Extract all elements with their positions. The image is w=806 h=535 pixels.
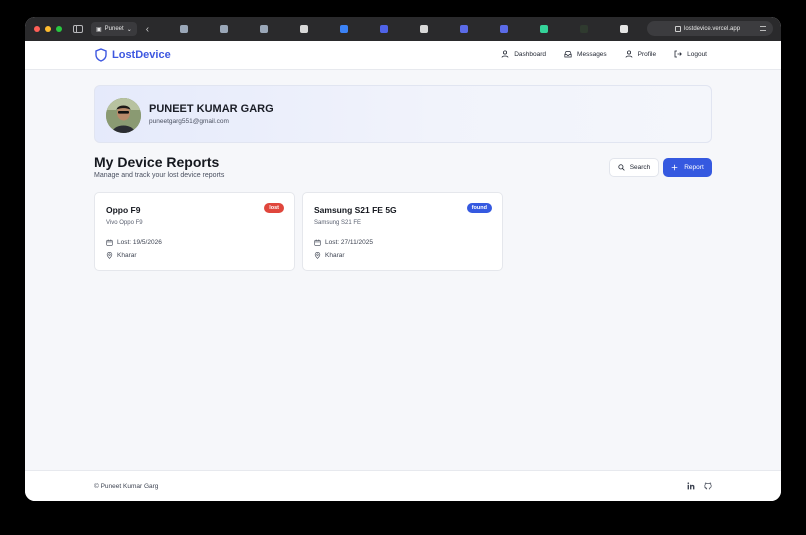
user-email: puneetgarg551@gmail.com	[149, 118, 229, 125]
device-card[interactable]: Samsung S21 FE 5G found Samsung S21 FE L…	[302, 192, 503, 271]
device-title: Samsung S21 FE 5G	[314, 205, 397, 215]
app-header: LostDevice Dashboard Messages Profile Lo…	[25, 41, 781, 70]
favicon-icon	[179, 25, 188, 33]
browser-tab[interactable]	[204, 20, 244, 38]
device-date-text: Lost: 27/11/2025	[325, 239, 373, 246]
device-subtitle: Samsung S21 FE	[314, 220, 362, 226]
sidebar-toggle-icon[interactable]	[73, 25, 83, 33]
user-icon	[501, 50, 509, 58]
search-button-label: Search	[629, 164, 651, 171]
device-date: Lost: 19/5/2026	[106, 239, 162, 246]
favicon-icon	[619, 25, 628, 33]
address-bar[interactable]: lostdevice.vercel.app	[647, 21, 773, 36]
tab-strip	[164, 20, 644, 38]
avatar	[106, 98, 141, 133]
linkedin-icon[interactable]	[687, 482, 695, 490]
browser-tab[interactable]	[244, 20, 284, 38]
browser-profile-label: Puneet	[104, 26, 124, 32]
device-date: Lost: 27/11/2025	[314, 239, 373, 246]
nav-messages[interactable]: Messages	[564, 50, 607, 58]
favicon-icon	[459, 25, 468, 33]
browser-tab[interactable]	[324, 20, 364, 38]
minimize-window-button[interactable]	[45, 26, 51, 32]
device-subtitle: Vivo Oppo F9	[106, 220, 143, 226]
favicon-icon	[219, 25, 228, 33]
browser-toolbar: ▣ Puneet ⌄ ‹ lostdevice.vercel.app	[25, 17, 781, 41]
favicon-icon	[339, 25, 348, 33]
add-report-button[interactable]: Report	[663, 158, 712, 177]
device-card[interactable]: Oppo F9 lost Vivo Oppo F9 Lost: 19/5/202…	[94, 192, 295, 271]
browser-tab[interactable]	[364, 20, 404, 38]
browser-tab[interactable]	[604, 20, 644, 38]
url-text: lostdevice.vercel.app	[684, 25, 741, 32]
device-location: Kharar	[106, 252, 137, 259]
calendar-icon	[314, 239, 321, 246]
favicon-icon	[379, 25, 388, 33]
map-pin-icon	[106, 252, 113, 259]
browser-tab[interactable]	[284, 20, 324, 38]
nav-dashboard[interactable]: Dashboard	[501, 50, 546, 58]
favicon-icon	[299, 25, 308, 33]
github-icon[interactable]	[704, 482, 712, 490]
report-button-label: Report	[684, 164, 704, 171]
browser-tab[interactable]	[484, 20, 524, 38]
nav-logout[interactable]: Logout	[674, 50, 707, 58]
search-icon	[618, 164, 625, 171]
nav-logout-label: Logout	[687, 50, 707, 58]
status-badge: lost	[264, 203, 284, 213]
favicon-icon	[259, 25, 268, 33]
nav-profile-label: Profile	[637, 50, 657, 58]
close-window-button[interactable]	[34, 26, 40, 32]
brand-name: LostDevice	[112, 49, 171, 61]
maximize-window-button[interactable]	[56, 26, 62, 32]
back-arrow-icon[interactable]: ‹	[146, 24, 154, 35]
chevron-down-icon: ⌄	[126, 26, 132, 33]
browser-tab[interactable]	[164, 20, 204, 38]
favicon-icon	[499, 25, 508, 33]
browser-tab[interactable]	[524, 20, 564, 38]
page-title: My Device Reports	[94, 154, 220, 170]
favicon-icon	[539, 25, 548, 33]
map-pin-icon	[314, 252, 321, 259]
nav-messages-label: Messages	[577, 50, 607, 58]
browser-tab[interactable]	[444, 20, 484, 38]
window-controls	[34, 26, 62, 32]
nav-dashboard-label: Dashboard	[514, 50, 547, 58]
calendar-icon	[106, 239, 113, 246]
browser-tab[interactable]	[564, 20, 604, 38]
shield-icon	[95, 48, 107, 62]
user-name: PUNEET KUMAR GARG	[149, 103, 274, 115]
browser-profile-button[interactable]: ▣ Puneet ⌄	[91, 22, 137, 36]
footer: © Puneet Kumar Garg	[25, 470, 781, 501]
main-nav: Dashboard Messages Profile Logout	[501, 50, 707, 58]
device-title: Oppo F9	[106, 205, 141, 215]
device-location-text: Kharar	[325, 252, 345, 259]
profile-icon: ▣	[96, 26, 102, 33]
brand-logo[interactable]: LostDevice	[95, 48, 171, 62]
device-location-text: Kharar	[117, 252, 137, 259]
page-menu-icon[interactable]	[760, 26, 766, 31]
copyright-text: © Puneet Kumar Garg	[94, 483, 159, 490]
site-icon	[675, 25, 681, 32]
logout-icon	[674, 50, 682, 58]
search-button[interactable]: Search	[609, 158, 659, 177]
browser-tab[interactable]	[404, 20, 444, 38]
social-links	[687, 482, 712, 490]
device-date-text: Lost: 19/5/2026	[117, 239, 162, 246]
profile-card: PUNEET KUMAR GARG puneetgarg551@gmail.co…	[94, 85, 712, 143]
device-location: Kharar	[314, 252, 345, 259]
page-subtitle: Manage and track your lost device report…	[94, 172, 225, 179]
user-icon	[625, 50, 633, 58]
plus-icon	[671, 164, 678, 171]
status-badge: found	[466, 203, 492, 213]
browser-window: ▣ Puneet ⌄ ‹ lostdevice.vercel.app LostD…	[25, 17, 781, 501]
inbox-icon	[564, 51, 572, 58]
nav-profile[interactable]: Profile	[625, 50, 656, 58]
favicon-icon	[579, 25, 588, 33]
favicon-icon	[419, 25, 428, 33]
